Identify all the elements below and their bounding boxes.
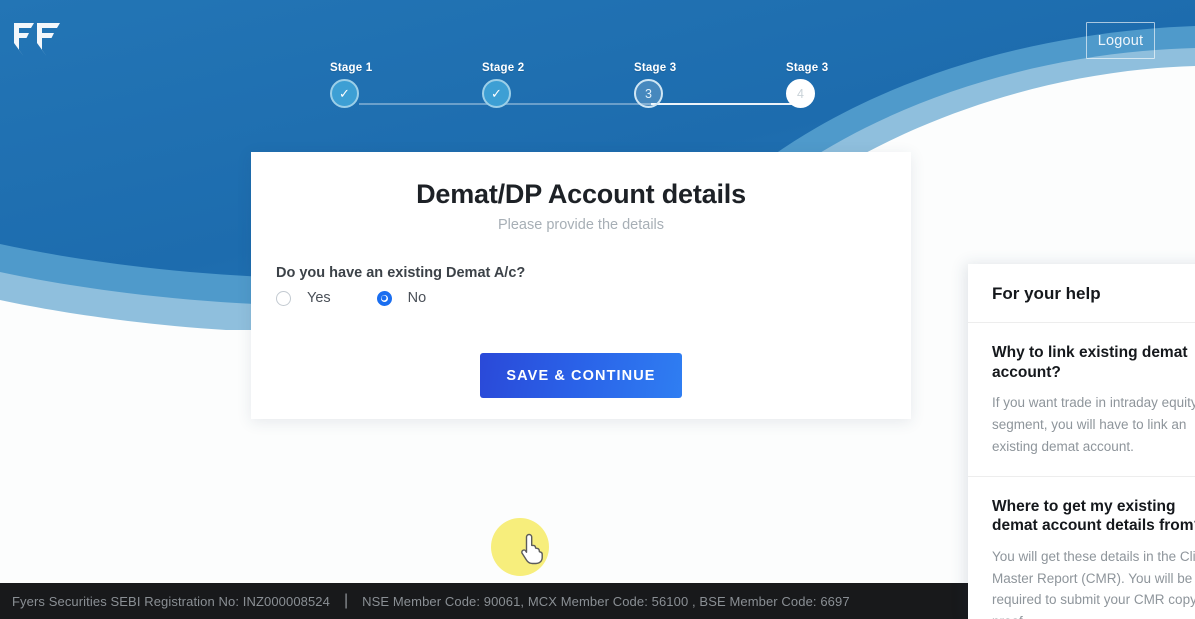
stepper-step-1[interactable]: Stage 1 ✓ <box>330 62 450 108</box>
hand-cursor-icon <box>518 533 544 565</box>
radio-option-yes[interactable]: Yes <box>276 290 331 306</box>
help-panel-title: For your help <box>968 264 1195 323</box>
radio-dot-no-icon <box>376 290 392 306</box>
footer-separator: | <box>343 592 349 609</box>
stepper-connector-2 <box>505 103 651 105</box>
radio-label-yes: Yes <box>307 290 331 306</box>
help-question: Why to link existing demat account? <box>992 344 1188 381</box>
footer-sebi-registration: Fyers Securities SEBI Registration No: I… <box>12 593 330 609</box>
logout-button[interactable]: Logout <box>1086 22 1155 59</box>
help-item[interactable]: Where to get my existing demat account d… <box>968 477 1195 619</box>
stepper-step-3-label: Stage 3 <box>634 62 677 74</box>
page-subtitle: Please provide the details <box>497 217 665 233</box>
help-answer: You will get these details in the Client… <box>992 548 1195 619</box>
help-answer: If you want trade in intraday equity seg… <box>992 395 1195 454</box>
stepper-step-4[interactable]: Stage 3 4 <box>786 62 906 108</box>
stepper-step-2[interactable]: Stage 2 ✓ <box>482 62 602 108</box>
stepper-connector-1 <box>359 103 505 105</box>
onboarding-page: Logout Stage 1 ✓ Stage 2 ✓ Stage 3 3 Sta… <box>0 0 1195 619</box>
page-title: Demat/DP Account details <box>416 179 746 209</box>
help-panel: For your help Why to link existing demat… <box>968 264 1195 619</box>
save-and-continue-button[interactable]: SAVE & CONTINUE <box>480 353 682 398</box>
existing-demat-field: Do you have an existing Demat A/c? Yes N… <box>276 265 911 306</box>
stepper-step-4-marker: 4 <box>786 79 815 108</box>
radio-dot-yes-icon <box>276 290 291 306</box>
stepper-step-2-label: Stage 2 <box>482 62 525 74</box>
stepper-step-4-label: Stage 3 <box>786 62 829 74</box>
stepper-step-1-marker: ✓ <box>330 79 359 108</box>
stepper-step-1-label: Stage 1 <box>330 62 373 74</box>
demat-details-card: Demat/DP Account details Please provide … <box>251 152 911 419</box>
stepper-step-3[interactable]: Stage 3 3 <box>634 62 754 108</box>
existing-demat-radio-group: Yes No <box>276 290 911 306</box>
progress-stepper: Stage 1 ✓ Stage 2 ✓ Stage 3 3 Stage 3 4 <box>330 62 830 118</box>
radio-option-no[interactable]: No <box>376 290 427 306</box>
stepper-connector-3 <box>651 103 803 105</box>
help-item[interactable]: Why to link existing demat account? If y… <box>968 323 1195 477</box>
radio-label-no: No <box>407 290 427 306</box>
stepper-step-2-marker: ✓ <box>482 79 511 108</box>
stepper-step-3-marker: 3 <box>634 79 663 108</box>
fyers-logo-icon[interactable] <box>10 12 64 60</box>
help-question: Where to get my existing demat account d… <box>992 497 1195 535</box>
footer-member-codes: NSE Member Code: 90061, MCX Member Code:… <box>362 593 850 609</box>
existing-demat-label: Do you have an existing Demat A/c? <box>276 265 526 281</box>
